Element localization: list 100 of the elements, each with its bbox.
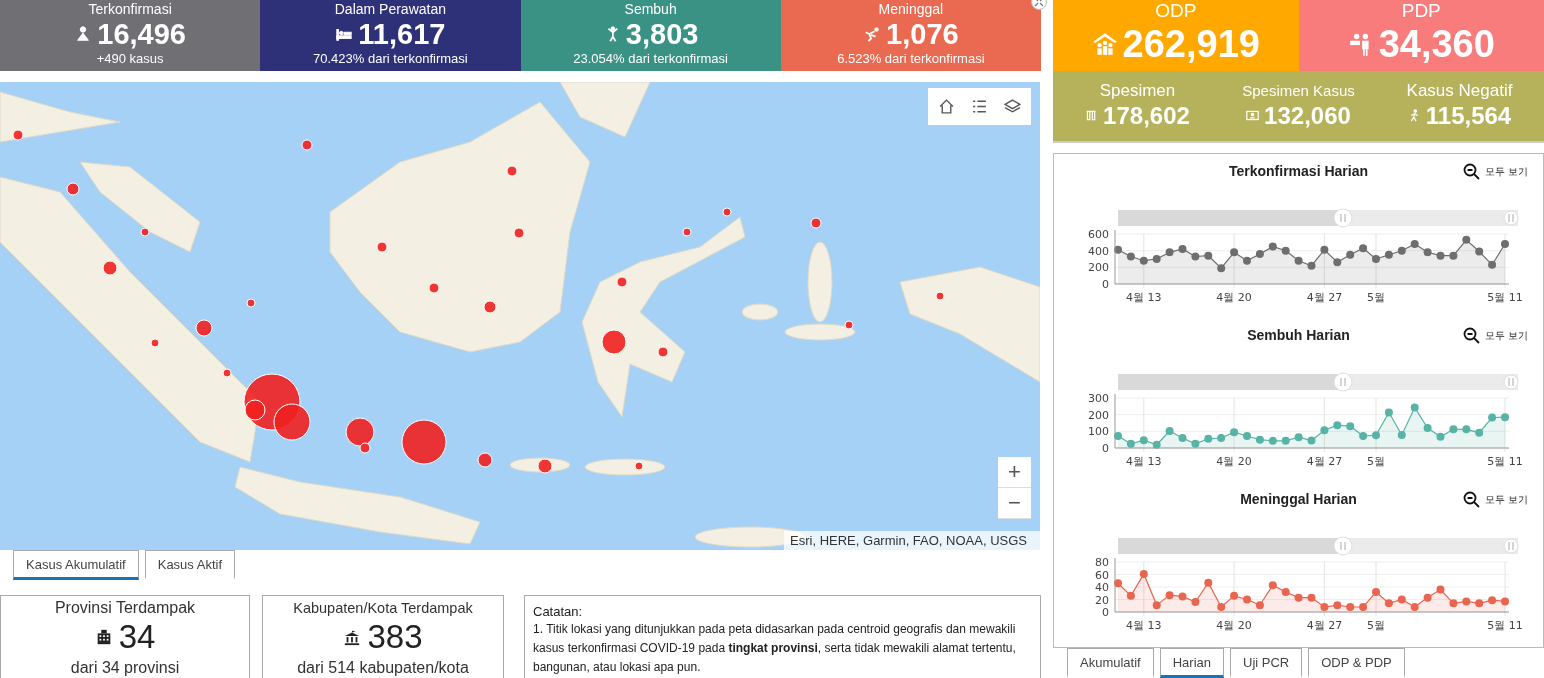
data-point xyxy=(1255,435,1264,444)
data-point xyxy=(1371,430,1380,439)
stat-label: PDP xyxy=(1401,0,1441,22)
axis-label: 200 xyxy=(1087,408,1109,422)
stat-caption: 70.423% dari terkonfirmasi xyxy=(313,51,468,67)
home-icon[interactable] xyxy=(938,98,955,115)
stat-value: 3,803 xyxy=(625,17,699,51)
layers-icon[interactable] xyxy=(1004,98,1021,115)
data-point xyxy=(1436,585,1444,594)
card-title: Provinsi Terdampak xyxy=(54,598,196,618)
data-point xyxy=(1474,247,1483,256)
map-attribution: Esri, HERE, Garmin, FAO, NOAA, USGS xyxy=(784,531,1041,550)
data-point xyxy=(1384,599,1393,608)
tab[interactable]: Harian xyxy=(1159,648,1224,678)
data-point xyxy=(1113,579,1122,588)
axis-label: 4월 20 xyxy=(1215,618,1252,632)
data-point xyxy=(1448,599,1457,608)
data-point xyxy=(1371,587,1380,596)
data-point xyxy=(1500,597,1509,606)
data-point xyxy=(1500,239,1509,248)
tab[interactable]: Kasus Akumulatif xyxy=(13,550,139,580)
data-point xyxy=(1178,244,1186,253)
axis-label: 600 xyxy=(1087,227,1109,241)
data-point xyxy=(1242,595,1251,604)
stat-label: Dalam Perawatan xyxy=(334,1,446,17)
data-point xyxy=(1255,600,1264,609)
data-point xyxy=(1190,252,1199,261)
monument-icon xyxy=(343,628,362,646)
list-icon[interactable] xyxy=(971,98,988,115)
data-point xyxy=(1178,592,1186,601)
axis-label: 4월 13 xyxy=(1125,454,1162,468)
data-point xyxy=(1165,248,1174,257)
card-caption: dari 514 kabupaten/kota xyxy=(297,658,469,678)
axis-label: 0 xyxy=(1101,605,1109,619)
data-point xyxy=(1139,435,1148,444)
data-point xyxy=(1294,256,1303,265)
stat-label: ODP xyxy=(1155,0,1197,22)
data-point xyxy=(1190,597,1199,606)
data-point xyxy=(1152,600,1161,609)
data-point xyxy=(1229,427,1238,436)
axis-label: 4월 27 xyxy=(1306,454,1342,468)
data-point xyxy=(1242,256,1251,265)
chart-title: Terkonfirmasi Harian xyxy=(1229,161,1368,180)
stat-value: 178,602 xyxy=(1103,100,1190,131)
data-point xyxy=(1358,243,1367,252)
card-value: 34 xyxy=(118,618,156,656)
tab[interactable]: Uji PCR xyxy=(1230,648,1303,678)
stat-caption: +490 kasus xyxy=(96,51,164,67)
data-point xyxy=(1358,431,1367,440)
data-point xyxy=(1268,242,1277,251)
axis-label: 5월 11 xyxy=(1486,290,1523,304)
id-card-icon xyxy=(1246,109,1260,123)
axis-label: 5월 xyxy=(1366,454,1385,468)
chart-title: Meninggal Harian xyxy=(1240,489,1357,508)
data-point xyxy=(1487,595,1496,604)
data-point xyxy=(1216,602,1225,611)
data-point xyxy=(1423,593,1432,602)
data-point xyxy=(1448,251,1457,260)
axis-label: 0 xyxy=(1101,277,1109,291)
tab[interactable]: ODP & PDP xyxy=(1308,648,1405,678)
data-point xyxy=(1281,587,1290,596)
tab[interactable]: Akumulatif xyxy=(1067,648,1154,678)
data-point xyxy=(1461,425,1470,434)
data-point xyxy=(1319,602,1328,611)
range-slider[interactable] xyxy=(1117,372,1518,392)
data-point xyxy=(1242,431,1251,440)
zoom-out-icon xyxy=(1462,326,1481,345)
axis-label: 5월 11 xyxy=(1486,454,1523,468)
axis-label: 4월 13 xyxy=(1125,618,1162,632)
data-point xyxy=(1319,425,1328,434)
tab[interactable]: Kasus Aktif xyxy=(144,550,236,580)
data-point xyxy=(1216,433,1225,442)
axis-label: 5월 xyxy=(1366,290,1385,304)
stat-label: Kasus Negatif xyxy=(1406,80,1513,101)
data-point xyxy=(1307,593,1315,602)
data-point xyxy=(1436,251,1444,260)
data-point xyxy=(1500,412,1509,421)
axis-label: 200 xyxy=(1087,261,1109,275)
note-text: 1. Titik lokasi yang ditunjukkan pada peta didasarkan pada centroid geografis dan mewakili kasus terkonfirmasi COVID-19 pada tingkat provinsi, serta tidak mewakili alamat tertentu, bangunan, atau lokasi apa pun. xyxy=(533,621,1017,676)
data-point xyxy=(1113,245,1122,254)
data-point xyxy=(1126,439,1135,448)
stat-label: Terkonfirmasi xyxy=(88,1,172,17)
data-point xyxy=(1436,432,1444,441)
range-slider[interactable] xyxy=(1117,208,1518,228)
card-title: Kabupaten/Kota Terdampak xyxy=(293,599,473,618)
stat-label: Sembuh xyxy=(624,1,677,17)
data-point xyxy=(1371,254,1380,263)
data-point xyxy=(1203,434,1212,443)
stat-value: 16,496 xyxy=(97,17,186,51)
axis-label: 4월 20 xyxy=(1215,454,1252,468)
data-point xyxy=(1178,433,1186,442)
axis-label: 5월 xyxy=(1366,618,1385,632)
axis-label: 20 xyxy=(1094,593,1109,607)
range-slider[interactable] xyxy=(1117,536,1518,556)
data-point xyxy=(1345,421,1354,430)
data-point xyxy=(1152,440,1161,449)
data-point xyxy=(1281,436,1290,445)
data-point xyxy=(1216,263,1225,272)
axis-label: 60 xyxy=(1094,568,1109,582)
data-point xyxy=(1397,430,1406,439)
